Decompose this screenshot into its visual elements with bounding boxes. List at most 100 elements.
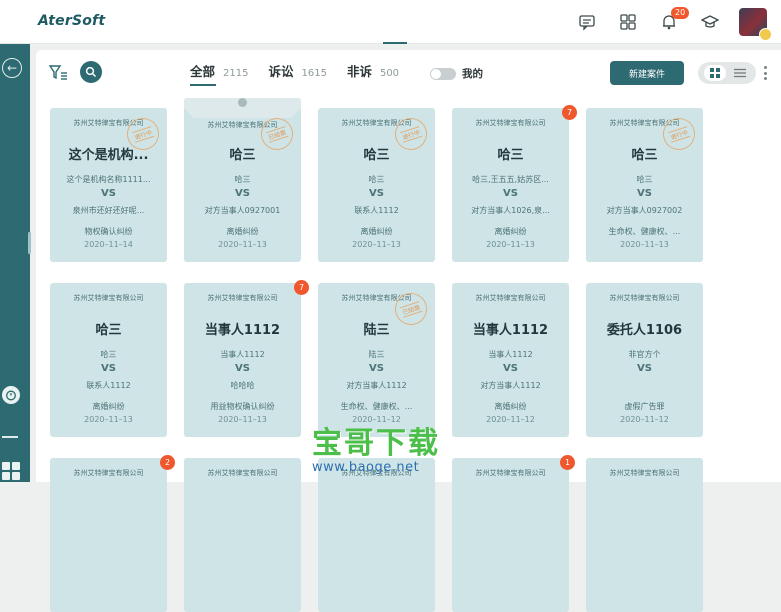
vs-label: VS <box>235 363 250 374</box>
case-card[interactable]: 苏州艾特律宝有限公司 <box>586 458 703 612</box>
card-case-type: 生命权、健康权、... <box>340 402 413 411</box>
card-title: 哈三 <box>497 148 524 163</box>
tab-label: 非诉 <box>346 64 372 79</box>
tab-litigation[interactable]: 诉讼 1615 <box>268 61 326 84</box>
vs-label: VS <box>101 188 116 199</box>
card-title: 哈三 <box>229 148 256 163</box>
vs-label: VS <box>101 363 116 374</box>
tab-label: 诉讼 <box>268 64 294 79</box>
case-card[interactable]: 苏州艾特律宝有限公司 已结案 陆三 陆三 VS 对方当事人1112 生命权、健康… <box>318 283 435 437</box>
apps-grid-icon[interactable] <box>613 7 643 37</box>
case-card[interactable]: 苏州艾特律宝有限公司 <box>318 458 435 612</box>
card-opponent: 哈哈哈 <box>230 381 255 390</box>
sidebar: ← <box>0 44 30 482</box>
toggle-switch[interactable] <box>430 67 456 80</box>
case-card[interactable]: 苏州艾特律宝有限公司 进行中 哈三 哈三 VS 联系人1112 离婚纠纷 202… <box>318 108 435 262</box>
tab-non-litigation[interactable]: 非诉 500 <box>347 61 399 84</box>
card-case-type: 物权确认纠纷 <box>84 227 133 236</box>
graduation-cap-icon[interactable] <box>695 7 725 37</box>
card-firm: 苏州艾特律宝有限公司 <box>73 294 144 302</box>
card-firm: 苏州艾特律宝有限公司 <box>207 294 278 302</box>
filter-icon[interactable] <box>48 64 68 82</box>
notification-badge: 20 <box>671 7 690 19</box>
card-firm: 苏州艾特律宝有限公司 <box>609 294 680 302</box>
card-date: 2020–11–13 <box>84 415 133 424</box>
card-firm: 苏州艾特律宝有限公司 <box>475 294 546 302</box>
toggle-label: 我的 <box>462 68 483 80</box>
vs-label: VS <box>637 363 652 374</box>
list-view-button[interactable] <box>729 65 751 81</box>
card-case-type: 离婚纠纷 <box>226 227 259 236</box>
card-party: 哈三 <box>100 350 117 359</box>
tab-count: 2115 <box>223 68 249 79</box>
grid-view-icon <box>709 68 720 78</box>
card-case-type: 离婚纠纷 <box>92 402 125 411</box>
card-party: 这个是机构名称1111... <box>66 175 151 184</box>
menu-divider <box>2 436 18 438</box>
message-icon[interactable] <box>572 7 602 37</box>
card-case-type: 离婚纠纷 <box>360 227 393 236</box>
card-opponent: 对方当事人0927002 <box>606 206 683 215</box>
card-opponent: 对方当事人0927001 <box>204 206 281 215</box>
card-case-type: 离婚纠纷 <box>494 227 527 236</box>
grid-menu-icon[interactable] <box>2 462 20 480</box>
card-party: 当事人1112 <box>220 350 265 359</box>
card-opponent: 联系人1112 <box>354 206 399 215</box>
case-card[interactable]: 苏州艾特律宝有限公司 当事人1112 当事人1112 VS 哈哈哈 用益物权确认… <box>184 283 301 437</box>
card-firm: 苏州艾特律宝有限公司 <box>207 469 278 477</box>
list-view-icon <box>733 68 746 78</box>
more-options-icon[interactable] <box>763 66 767 80</box>
case-card[interactable]: 苏州艾特律宝有限公司 <box>452 458 569 612</box>
vs-label: VS <box>369 188 384 199</box>
case-card[interactable]: 苏州艾特律宝有限公司 进行中 哈三 哈三 VS 对方当事人0927002 生命权… <box>586 108 703 262</box>
card-date: 2020–11–14 <box>84 240 133 249</box>
case-card[interactable]: 苏州艾特律宝有限公司 哈三 哈三 VS 联系人1112 离婚纠纷 2020–11… <box>50 283 167 437</box>
mine-toggle[interactable]: 我的 <box>430 66 483 81</box>
sidebar-drag-handle[interactable] <box>28 232 31 254</box>
card-firm: 苏州艾特律宝有限公司 <box>73 469 144 477</box>
case-card[interactable]: 苏州艾特律宝有限公司 已结案 哈三 哈三 VS 对方当事人0927001 离婚纠… <box>184 98 301 262</box>
back-arrow-icon[interactable]: ← <box>2 58 22 78</box>
case-card[interactable]: 苏州艾特律宝有限公司 当事人1112 当事人1112 VS 对方当事人1112 … <box>452 283 569 437</box>
top-bar: AterSoft 20 <box>0 0 781 44</box>
tag-hole <box>238 98 247 107</box>
vs-label: VS <box>637 188 652 199</box>
case-card[interactable]: 苏州艾特律宝有限公司 <box>184 458 301 612</box>
card-title: 委托人1106 <box>606 323 683 338</box>
card-opponent: 联系人1112 <box>86 381 131 390</box>
tab-count: 500 <box>379 68 400 79</box>
search-button[interactable] <box>80 61 102 83</box>
card-date: 2020–11–13 <box>486 240 535 249</box>
watermark-title: 宝哥下载 <box>312 426 440 461</box>
new-case-button[interactable]: 新建案件 <box>610 61 684 85</box>
search-icon <box>85 66 97 78</box>
card-party: 哈三,王五五,姑苏区... <box>472 175 549 184</box>
case-card[interactable]: 苏州艾特律宝有限公司 委托人1106 非官方个 VS 虚假广告罪 2020–11… <box>586 283 703 437</box>
card-count-badge: 2 <box>160 455 175 470</box>
timer-icon[interactable] <box>2 386 20 404</box>
case-card[interactable]: 苏州艾特律宝有限公司 <box>50 458 167 612</box>
avatar[interactable] <box>739 8 772 41</box>
card-date: 2020–11–13 <box>352 240 401 249</box>
card-case-type: 离婚纠纷 <box>494 402 527 411</box>
watermark: 宝哥下载 www.baoge.net <box>312 418 472 478</box>
view-switch <box>698 62 756 84</box>
vip-crown-icon <box>759 28 772 41</box>
card-title: 当事人1112 <box>204 323 281 338</box>
top-indicator <box>383 42 407 44</box>
case-card[interactable]: 苏州艾特律宝有限公司 进行中 这个是机构... 这个是机构名称1111... V… <box>50 108 167 262</box>
card-opponent: 对方当事人1026,泉... <box>471 206 550 215</box>
app-logo[interactable]: AterSoft <box>38 13 105 29</box>
card-party: 非官方个 <box>628 350 661 359</box>
bell-icon[interactable]: 20 <box>654 7 690 37</box>
tab-count: 1615 <box>301 68 327 79</box>
vs-label: VS <box>503 188 518 199</box>
card-count-badge: 7 <box>294 280 309 295</box>
card-opponent: 对方当事人1112 <box>480 381 541 390</box>
card-title: 这个是机构... <box>68 148 149 163</box>
card-title: 哈三 <box>95 323 122 338</box>
grid-view-button[interactable] <box>703 65 726 81</box>
tab-all[interactable]: 全部 2115 <box>190 61 249 86</box>
card-party: 哈三 <box>636 175 653 184</box>
case-card[interactable]: 苏州艾特律宝有限公司 哈三 哈三,王五五,姑苏区... VS 对方当事人1026… <box>452 108 569 262</box>
